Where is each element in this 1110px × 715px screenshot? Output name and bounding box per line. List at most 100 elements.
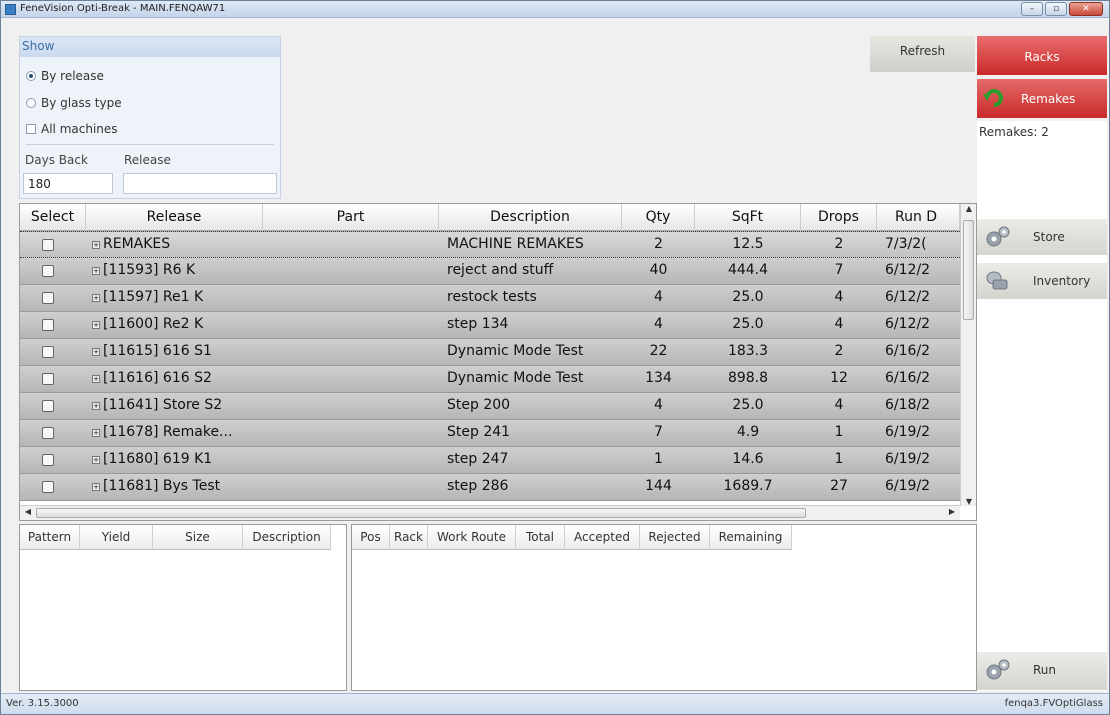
expand-icon[interactable]: +	[92, 321, 100, 329]
column-header-select[interactable]: Select	[20, 204, 86, 231]
column-header-drops[interactable]: Drops	[801, 204, 877, 231]
column-header-qty[interactable]: Qty	[622, 204, 695, 231]
table-row[interactable]: + [11641] Store S2 Step 200 4 25.0 4 6/18/2	[20, 393, 960, 420]
remakes-button[interactable]: Remakes	[977, 79, 1107, 118]
table-row[interactable]: + [11593] R6 K reject and stuff 40 444.4 7 6/1…	[20, 258, 960, 285]
minimize-button[interactable]: –	[1021, 2, 1043, 16]
column-header-yield[interactable]: Yield	[80, 525, 153, 550]
column-header-size[interactable]: Size	[153, 525, 243, 550]
sqft-cell: 444.4	[727, 262, 769, 278]
horizontal-scrollbar[interactable]: ◀ ▶	[20, 505, 960, 520]
expand-icon[interactable]: +	[92, 456, 100, 464]
qty-cell: 4	[654, 289, 663, 305]
row-select-checkbox[interactable]	[42, 292, 54, 304]
expand-icon[interactable]: +	[92, 294, 100, 302]
column-header-description[interactable]: Description	[243, 525, 331, 550]
all-machines-option[interactable]: All machines	[26, 122, 118, 136]
row-select-checkbox[interactable]	[42, 427, 54, 439]
drops-cell: 2	[834, 343, 844, 359]
drops-cell: 4	[834, 316, 844, 332]
by-glass-type-option[interactable]: By glass type	[26, 96, 122, 110]
release-grid: Select Release Part Description Qty SqFt…	[19, 203, 977, 521]
table-row[interactable]: + REMAKES MACHINE REMAKES 2 12.5 2 7/3/2(	[20, 231, 960, 258]
qty-cell: 144	[645, 478, 672, 494]
table-row[interactable]: + [11678] Remake... Step 241 7 4.9 1 6/19/2	[20, 420, 960, 447]
table-row[interactable]: + [11597] Re1 K restock tests 4 25.0 4 6/12/2	[20, 285, 960, 312]
column-header-accepted[interactable]: Accepted	[565, 525, 640, 550]
days-back-input[interactable]: 180	[23, 173, 113, 194]
drops-cell: 1	[834, 424, 844, 440]
scroll-thumb[interactable]	[36, 508, 806, 518]
column-header-rejected[interactable]: Rejected	[640, 525, 710, 550]
column-header-part[interactable]: Part	[263, 204, 439, 231]
expand-icon[interactable]: +	[92, 241, 100, 249]
release-input[interactable]	[123, 173, 277, 194]
row-select-checkbox[interactable]	[42, 454, 54, 466]
column-header-run-date[interactable]: Run D	[877, 204, 960, 231]
column-header-remaining[interactable]: Remaining	[710, 525, 792, 550]
by-release-option[interactable]: By release	[26, 69, 104, 83]
show-panel-header: Show	[20, 37, 280, 57]
column-header-release[interactable]: Release	[86, 204, 263, 231]
column-header-pattern[interactable]: Pattern	[20, 525, 80, 550]
run-cell: 6/19/2	[885, 478, 931, 494]
expand-icon[interactable]: +	[92, 267, 100, 275]
column-header-pos[interactable]: Pos	[352, 525, 390, 550]
row-select-checkbox[interactable]	[42, 400, 54, 412]
scroll-up-icon[interactable]: ▲	[961, 204, 976, 213]
table-row[interactable]: + [11600] Re2 K step 134 4 25.0 4 6/12/2	[20, 312, 960, 339]
drops-cell: 27	[830, 478, 848, 494]
row-select-checkbox[interactable]	[42, 239, 54, 251]
release-cell: + [11678] Remake...	[92, 424, 262, 440]
checkbox-icon[interactable]	[26, 124, 36, 134]
run-button[interactable]: Run	[977, 652, 1107, 690]
refresh-button[interactable]: Refresh	[870, 36, 975, 72]
table-row[interactable]: + [11615] 616 S1 Dynamic Mode Test 22 183.3 2…	[20, 339, 960, 366]
racks-button[interactable]: Racks	[977, 36, 1107, 75]
release-cell: + [11593] R6 K	[92, 262, 262, 278]
release-text: [11600] Re2 K	[103, 316, 204, 332]
row-select-checkbox[interactable]	[42, 373, 54, 385]
description-cell: step 134	[447, 316, 509, 332]
vertical-scrollbar[interactable]: ▲ ▼	[960, 204, 976, 506]
right-panel	[977, 121, 1107, 691]
radio-icon[interactable]	[26, 98, 36, 108]
row-select-checkbox[interactable]	[42, 481, 54, 493]
scroll-thumb[interactable]	[963, 220, 974, 320]
column-header-description[interactable]: Description	[439, 204, 622, 231]
table-row[interactable]: + [11680] 619 K1 step 247 1 14.6 1 6/19/2	[20, 447, 960, 474]
table-row[interactable]: + [11681] Bys Test step 286 144 1689.7 27 6/19…	[20, 474, 960, 501]
expand-icon[interactable]: +	[92, 483, 100, 491]
column-header-sqft[interactable]: SqFt	[695, 204, 801, 231]
user-text: fenqa3.FVOptiGlass	[1004, 698, 1103, 709]
expand-icon[interactable]: +	[92, 348, 100, 356]
radio-selected-icon[interactable]	[26, 71, 36, 81]
inventory-button[interactable]: Inventory	[977, 263, 1107, 299]
row-select-checkbox[interactable]	[42, 265, 54, 277]
scroll-left-icon[interactable]: ◀	[20, 507, 36, 516]
expand-icon[interactable]: +	[92, 429, 100, 437]
expand-icon[interactable]: +	[92, 375, 100, 383]
run-cell: 6/12/2	[885, 262, 931, 278]
scroll-right-icon[interactable]: ▶	[944, 507, 960, 516]
row-select-checkbox[interactable]	[42, 346, 54, 358]
column-header-work-route[interactable]: Work Route	[428, 525, 516, 550]
maximize-button[interactable]: ▫	[1045, 2, 1067, 16]
store-button[interactable]: Store	[977, 219, 1107, 255]
column-header-total[interactable]: Total	[516, 525, 565, 550]
row-select-checkbox[interactable]	[42, 319, 54, 331]
undo-arrow-icon	[983, 89, 1003, 107]
window-controls: – ▫ ✕	[1021, 2, 1103, 16]
sqft-cell: 25.0	[732, 397, 764, 413]
description-cell: MACHINE REMAKES	[447, 236, 584, 252]
gears-icon	[986, 659, 1010, 680]
expand-icon[interactable]: +	[92, 402, 100, 410]
release-text: [11680] 619 K1	[103, 451, 213, 467]
table-row[interactable]: + [11616] 616 S2 Dynamic Mode Test 134 898.8…	[20, 366, 960, 393]
scroll-down-icon[interactable]: ▼	[961, 497, 976, 506]
all-machines-label: All machines	[41, 122, 118, 136]
column-header-rack[interactable]: Rack	[390, 525, 428, 550]
close-button[interactable]: ✕	[1069, 2, 1103, 16]
description-cell: Step 200	[447, 397, 511, 413]
description-cell: Step 241	[447, 424, 511, 440]
